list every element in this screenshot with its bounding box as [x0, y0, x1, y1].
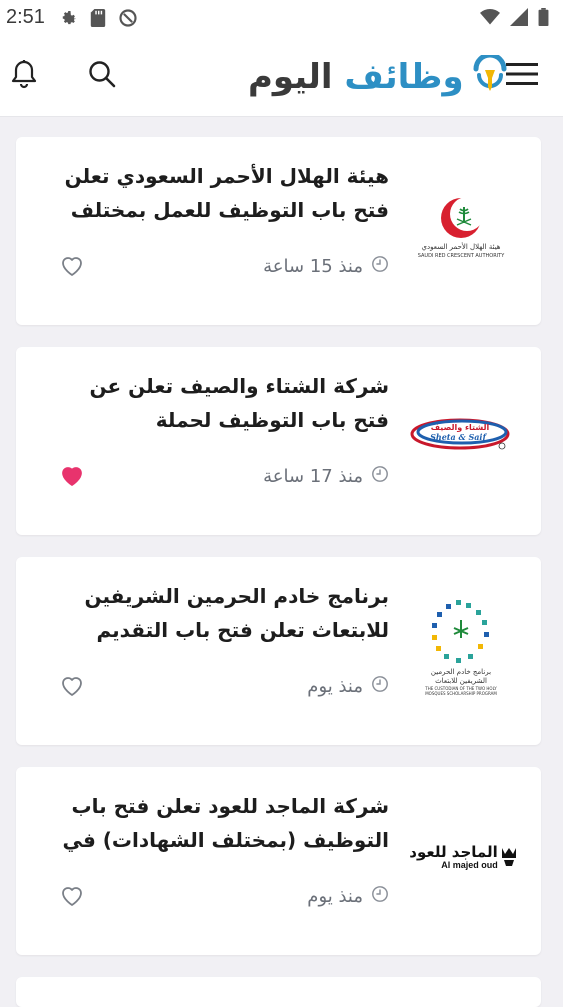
job-time: منذ 17 ساعة [263, 465, 389, 488]
data-saver-icon [118, 8, 138, 33]
clock-icon [371, 885, 389, 908]
logo-word-today: اليوم [248, 57, 333, 97]
logo-caption-en: THE CUSTODIAN OF THE TWO HOLY MOSQUES SC… [425, 686, 497, 696]
app-logo: وظائف اليوم [248, 52, 508, 100]
heart-outline-icon [60, 677, 84, 701]
cellular-signal-icon [510, 8, 528, 31]
job-time-text: منذ يوم [307, 886, 363, 907]
job-card[interactable]: هيئة الهلال الأحمر السعودي تعلن فتح باب … [16, 137, 541, 325]
logo-word-jobs: وظائف [344, 57, 464, 97]
heart-outline-icon [60, 257, 84, 281]
job-title[interactable]: هيئة الهلال الأحمر السعودي تعلن فتح باب … [49, 159, 389, 227]
favorite-button[interactable] [60, 465, 84, 489]
bell-icon [11, 59, 37, 93]
app-header: وظائف اليوم [0, 36, 563, 117]
job-card[interactable]: شركة الماجد للعود تعلن فتح باب التوظيف (… [16, 767, 541, 955]
job-time-text: منذ يوم [307, 676, 363, 697]
logo-caption-en: Sheta & Saif [430, 432, 487, 442]
favorite-button[interactable] [60, 675, 84, 699]
job-card[interactable]: شركة الشتاء والصيف تعلن عن فتح باب التوظ… [16, 347, 541, 535]
logo-caption-ar: هيئة الهلال الأحمر السعودي [421, 243, 501, 251]
job-time: منذ 15 ساعة [263, 255, 389, 278]
search-button[interactable] [82, 56, 122, 96]
job-time-text: منذ 17 ساعة [263, 466, 363, 487]
favorite-button[interactable] [60, 255, 84, 279]
hamburger-menu-icon [506, 62, 538, 90]
company-logo: برنامج خادم الحرمين الشريفين للابتعاث TH… [411, 587, 511, 707]
job-card[interactable]: برنامج خادم الحرمين الشريفين للابتعاث تع… [16, 557, 541, 745]
company-logo: هيئة الهلال الأحمر السعودي SAUDI RED CRE… [411, 177, 511, 277]
company-logo: الماجد للعود Al majed oud [407, 807, 519, 907]
logo-text: وظائف اليوم [248, 57, 464, 97]
settings-gear-icon [60, 9, 78, 32]
saudi-red-crescent-logo: هيئة الهلال الأحمر السعودي SAUDI RED CRE… [417, 193, 505, 261]
wifi-icon [480, 8, 500, 31]
company-logo: الشتاء والصيف Sheta & Saif [407, 387, 517, 487]
job-time-text: منذ 15 ساعة [263, 256, 363, 277]
oud-emblem-icon [501, 848, 516, 866]
logo-caption-ar: الشتاء والصيف [431, 423, 490, 432]
clock-icon [371, 255, 389, 278]
sd-card-icon [90, 9, 106, 32]
job-title[interactable]: شركة الشتاء والصيف تعلن عن فتح باب التوظ… [49, 369, 389, 437]
job-card-partial[interactable] [16, 977, 541, 1007]
search-icon [87, 59, 117, 93]
al-majed-oud-logo: الماجد للعود Al majed oud [409, 844, 516, 870]
heart-filled-icon [60, 467, 84, 491]
status-bar: 2:51 [0, 0, 563, 36]
clock-icon [371, 675, 389, 698]
battery-icon [538, 8, 549, 31]
logo-caption-en: SAUDI RED CRESCENT AUTHORITY [417, 253, 505, 259]
logo-caption-ar: الماجد للعود [409, 843, 498, 861]
job-time: منذ يوم [307, 675, 389, 698]
menu-button[interactable] [502, 56, 542, 96]
favorite-button[interactable] [60, 885, 84, 909]
logo-caption-en: Al majed oud [441, 860, 498, 870]
clock-icon [371, 465, 389, 488]
logo-caption-ar: برنامج خادم الحرمين الشريفين للابتعاث [430, 668, 492, 685]
status-time: 2:51 [6, 6, 45, 28]
scholarship-program-logo: برنامج خادم الحرمين الشريفين للابتعاث TH… [421, 598, 501, 696]
job-title[interactable]: شركة الماجد للعود تعلن فتح باب التوظيف (… [49, 789, 389, 857]
job-title[interactable]: برنامج خادم الحرمين الشريفين للابتعاث تع… [49, 579, 390, 647]
heart-outline-icon [60, 887, 84, 911]
notifications-button[interactable] [4, 56, 44, 96]
sheta-and-saif-logo: الشتاء والصيف Sheta & Saif [410, 410, 514, 464]
job-time: منذ يوم [307, 885, 389, 908]
